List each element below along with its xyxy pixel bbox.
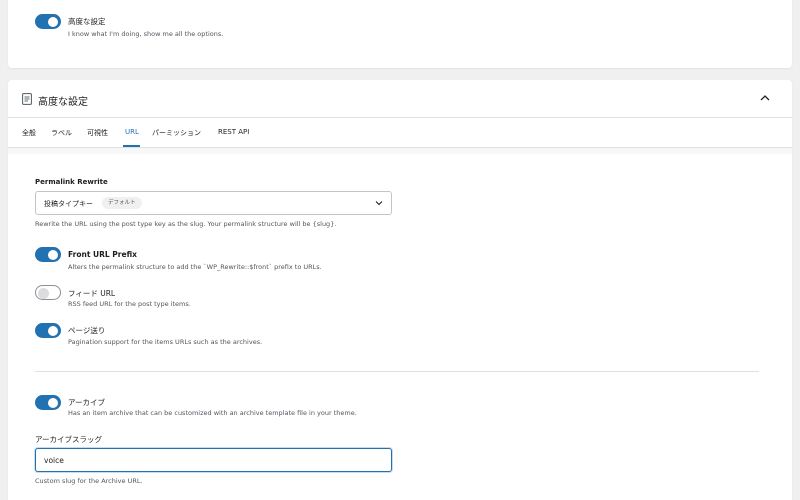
tab-bar: 全般 ラベル 可視性 URL パーミッション REST API [8, 118, 792, 148]
feed-url-toggle[interactable] [35, 285, 61, 300]
permalink-rewrite-help: Rewrite the URL using the post type key … [35, 220, 337, 228]
panel-header[interactable]: 高度な設定 [8, 80, 792, 118]
feed-url-help: RSS feed URL for the post type items. [68, 300, 191, 308]
tab-bar-shade [8, 148, 792, 154]
toggle-knob [38, 287, 49, 299]
toggle-knob [48, 249, 58, 260]
archive-slug-label: アーカイブスラッグ [35, 435, 103, 444]
panel-title: 高度な設定 [38, 97, 88, 108]
permalink-rewrite-select[interactable]: 投稿タイプキー デフォルト [35, 191, 392, 215]
advanced-settings-label: 高度な設定 [68, 17, 106, 26]
tab-general[interactable]: 全般 [22, 128, 36, 138]
active-tab-indicator [123, 145, 140, 147]
advanced-settings-panel: 高度な設定 全般 ラベル 可視性 URL パーミッション REST API Pe… [8, 80, 792, 500]
tab-url[interactable]: URL [125, 128, 139, 136]
tab-visibility[interactable]: 可視性 [87, 128, 108, 138]
advanced-settings-help: I know what I'm doing, show me all the o… [68, 30, 224, 38]
archive-label: アーカイブ [68, 398, 106, 407]
section-divider [35, 371, 759, 372]
toggle-knob [48, 397, 58, 408]
toggle-knob [48, 325, 58, 336]
pagination-toggle[interactable] [35, 323, 61, 338]
front-url-prefix-label: Front URL Prefix [68, 250, 137, 259]
tab-permissions[interactable]: パーミッション [152, 128, 201, 138]
document-icon [22, 93, 32, 105]
chevron-down-icon [375, 201, 383, 206]
tab-rest-api[interactable]: REST API [218, 128, 249, 136]
default-badge: デフォルト [102, 197, 142, 209]
front-url-prefix-help: Alters the permalink structure to add th… [68, 263, 322, 271]
tab-labels[interactable]: ラベル [51, 128, 72, 138]
permalink-select-value: 投稿タイプキー [44, 200, 93, 208]
archive-help: Has an item archive that can be customiz… [68, 409, 357, 417]
permalink-rewrite-label: Permalink Rewrite [35, 178, 108, 186]
pagination-help: Pagination support for the items URLs su… [68, 338, 263, 346]
advanced-settings-card: 高度な設定 I know what I'm doing, show me all… [8, 0, 792, 68]
chevron-up-icon[interactable] [760, 94, 770, 102]
archive-slug-help: Custom slug for the Archive URL. [35, 477, 143, 485]
archive-toggle[interactable] [35, 395, 61, 410]
pagination-label: ページ送り [68, 326, 106, 335]
toggle-knob [48, 16, 58, 27]
archive-slug-input[interactable] [35, 448, 392, 472]
feed-url-label: フィード URL [68, 289, 116, 298]
front-url-prefix-toggle[interactable] [35, 247, 61, 262]
advanced-settings-toggle[interactable] [35, 14, 61, 29]
